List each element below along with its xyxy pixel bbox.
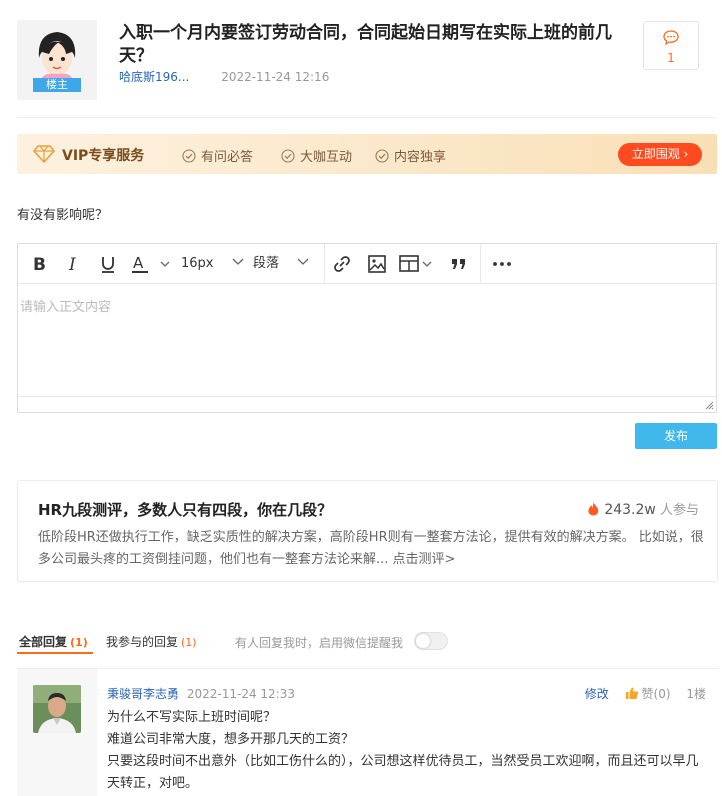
link-icon[interactable] (332, 253, 352, 275)
active-tab-indicator (17, 652, 93, 654)
post-author-link[interactable]: 哈底斯196... (119, 70, 189, 84)
toolbar-separator (324, 244, 325, 284)
font-color-icon[interactable]: A (132, 253, 172, 275)
post-meta: 哈底斯196... 2022-11-24 12:16 (119, 68, 329, 85)
promo-card[interactable]: HR九段测评，多数人只有四段，你在几段？ 243.2w 人参与 低阶段HR还做执… (17, 480, 718, 582)
reply-actions: 修改 赞(0) 1楼 (585, 685, 706, 702)
image-icon[interactable] (367, 253, 387, 275)
reply-line: 难道公司非常大度，想多开那几天的工资？ (107, 732, 355, 747)
reply-content: 秉骏哥李志勇 2022-11-24 12:33 修改 赞(0) 1楼 为什么不写… (97, 669, 718, 796)
promo-description: 低阶段HR还做执行工作，缺乏实质性的解决方案，高阶段HR则有一整套方法论，提供有… (38, 530, 704, 567)
edit-reply-button[interactable]: 修改 (585, 687, 609, 701)
reply-meta: 秉骏哥李志勇 2022-11-24 12:33 (107, 685, 295, 702)
thumbs-up-icon (625, 687, 638, 699)
bold-icon[interactable]: B (32, 253, 48, 275)
vip-title: VIP专享服务 (62, 148, 145, 164)
page-title: 入职一个月内要签订劳动合同，合同起始日期写在实际上班的前几天？ (119, 23, 612, 66)
vip-feature-exclusive: 内容独享 (375, 146, 446, 165)
svg-text:A: A (133, 254, 144, 272)
post-header: 楼主 入职一个月内要签订劳动合同，合同起始日期写在实际上班的前几天？ 哈底斯19… (17, 20, 717, 102)
fire-icon (588, 502, 599, 516)
editor-placeholder[interactable]: 请输入正文内容 (20, 296, 111, 315)
promo-participants: 243.2w 人参与 (587, 499, 699, 518)
vip-feature-interact: 大咖互动 (281, 146, 352, 165)
check-circle-icon (281, 149, 295, 163)
promo-title[interactable]: HR九段测评，多数人只有四段，你在几段？ (38, 499, 332, 520)
host-badge: 楼主 (33, 78, 81, 92)
font-size-select[interactable]: 16px (181, 253, 244, 275)
avatar-illustration (38, 32, 76, 80)
check-circle-icon (375, 149, 389, 163)
tab-all-replies[interactable]: 全部回复 (1) (19, 633, 88, 650)
chevron-down-icon (232, 258, 244, 265)
comment-icon (663, 30, 679, 46)
diamond-icon (33, 145, 55, 163)
toggle-knob (416, 634, 430, 648)
reply-line: 为什么不写实际上班时间呢？ (107, 710, 277, 725)
publish-button[interactable]: 发布 (635, 423, 717, 449)
svg-text:B: B (33, 255, 46, 275)
vip-join-button[interactable]: 立即围观 › (618, 143, 702, 166)
comment-count-button[interactable]: 1 (643, 21, 699, 70)
chevron-down-icon (297, 258, 309, 265)
reply-avatar-photo (33, 685, 81, 733)
reply-line: 只要这段时间不出意外（比如工伤什么的），公司想这样优待员工，当然受员工欢迎啊，而… (107, 754, 699, 791)
reply-item: 秉骏哥李志勇 2022-11-24 12:33 修改 赞(0) 1楼 为什么不写… (17, 668, 718, 796)
reply-avatar[interactable] (33, 685, 81, 733)
wechat-notify-label: 有人回复我时，启用微信提醒我 (235, 636, 404, 650)
author-avatar[interactable]: 楼主 (17, 20, 97, 100)
floor-number: 1楼 (686, 687, 706, 701)
paragraph-select[interactable]: 段落 (253, 253, 309, 275)
post-time: 2022-11-24 12:16 (221, 70, 330, 84)
editor-toolbar: B I A 16px 段落 (18, 244, 716, 284)
table-icon[interactable] (399, 253, 439, 275)
reply-text: 为什么不写实际上班时间呢？ 难道公司非常大度，想多开那几天的工资？ 只要这段时间… (107, 707, 711, 795)
more-icon[interactable] (492, 253, 512, 275)
wechat-notify-toggle[interactable] (414, 632, 448, 650)
italic-icon[interactable]: I (67, 253, 81, 275)
reply-tabs: 全部回复 (1) 我参与的回复 (1) 有人回复我时，启用微信提醒我 (17, 631, 717, 655)
reply-editor[interactable]: B I A 16px 段落 请输入正文内容 (17, 243, 717, 413)
underline-icon[interactable] (100, 253, 116, 275)
check-circle-icon (182, 149, 196, 163)
post-body: 有没有影响呢？ (17, 208, 109, 223)
comment-count: 1 (667, 51, 675, 65)
toolbar-separator (480, 244, 481, 284)
reply-time: 2022-11-24 12:33 (186, 687, 295, 701)
tab-my-replies[interactable]: 我参与的回复 (1) (106, 633, 197, 650)
resize-handle-icon[interactable] (705, 401, 714, 410)
quote-icon[interactable] (450, 253, 468, 275)
svg-text:I: I (68, 255, 76, 275)
editor-footer-divider (18, 396, 716, 397)
vip-feature-qa: 有问必答 (182, 146, 253, 165)
like-button[interactable]: 赞(0) (625, 687, 675, 701)
reply-author-link[interactable]: 秉骏哥李志勇 (107, 687, 179, 701)
vip-banner: VIP专享服务 有问必答 大咖互动 内容独享 立即围观 › (17, 134, 717, 174)
header-divider (17, 117, 717, 118)
